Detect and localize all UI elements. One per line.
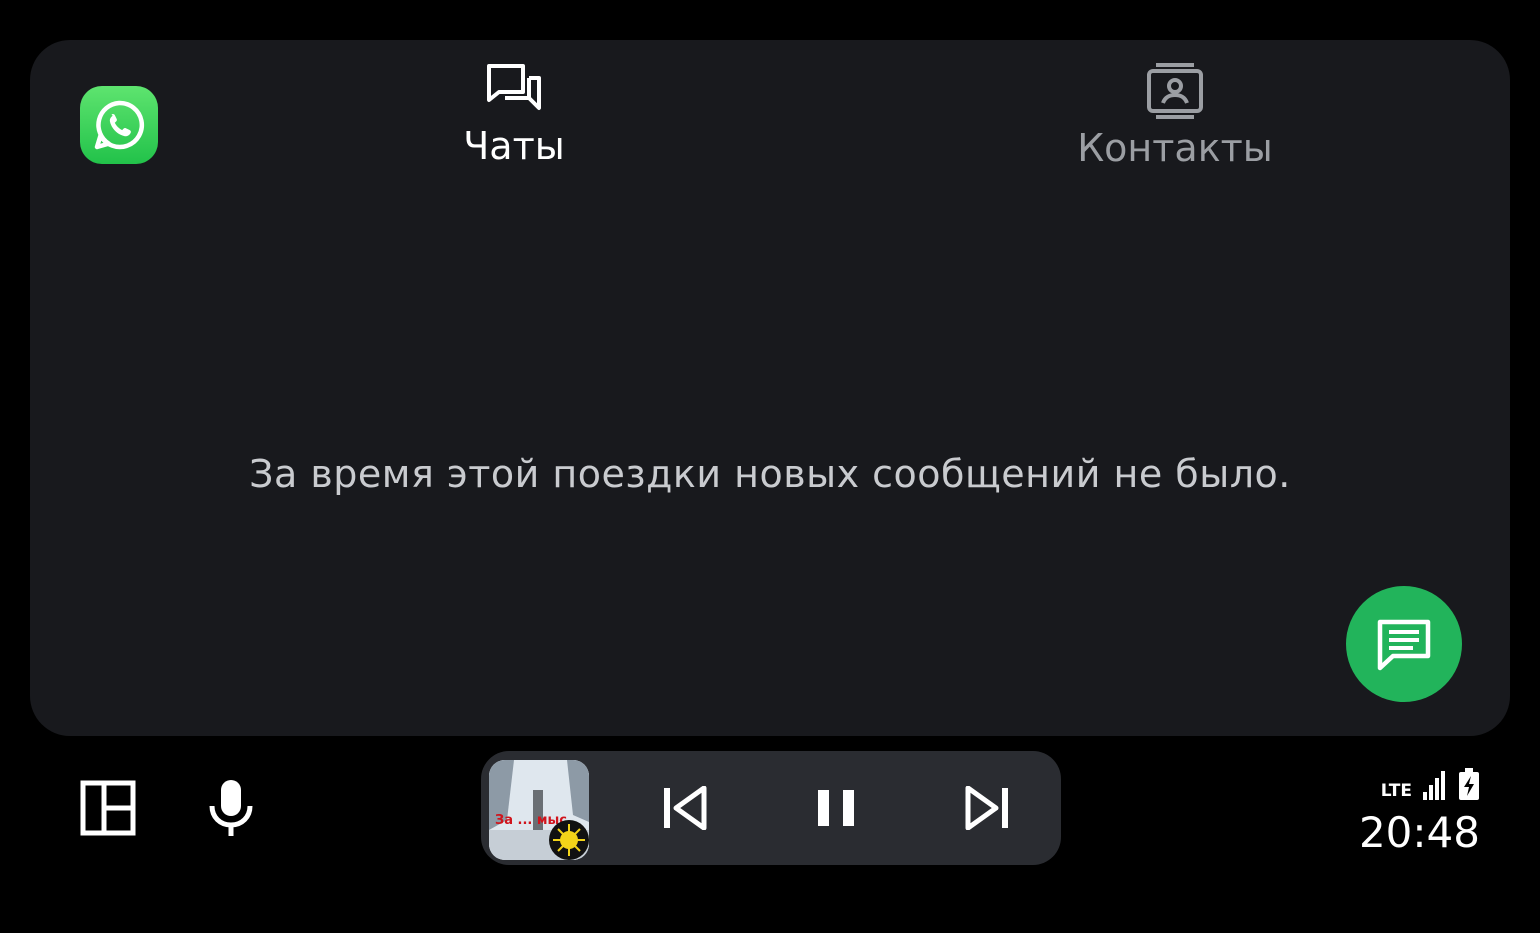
battery-charging-icon <box>1459 768 1479 800</box>
new-message-icon <box>1377 619 1431 671</box>
skip-previous-icon <box>664 786 707 830</box>
dashboard-layout-icon <box>80 780 136 836</box>
skip-previous-button[interactable] <box>645 768 725 848</box>
skip-next-button[interactable] <box>947 768 1027 848</box>
tab-contacts[interactable]: Контакты <box>1070 62 1280 170</box>
dashboard-button[interactable] <box>70 770 146 846</box>
voice-assistant-button[interactable] <box>193 770 269 846</box>
empty-state-message: За время этой поездки новых сообщений не… <box>249 452 1291 496</box>
tab-chats-label: Чаты <box>463 124 565 168</box>
android-auto-screen: Чаты Контакты За время этой поездки новы… <box>0 0 1540 933</box>
pause-button[interactable] <box>796 768 876 848</box>
whatsapp-app-button[interactable] <box>80 86 158 164</box>
contacts-icon <box>1147 63 1203 119</box>
skip-next-icon <box>965 786 1008 830</box>
pause-icon <box>818 790 854 826</box>
chats-icon <box>487 64 541 110</box>
clock: 20:48 <box>1358 808 1480 857</box>
status-area: LTE 20:48 <box>1358 766 1490 866</box>
whatsapp-panel: Чаты Контакты За время этой поездки новы… <box>30 40 1510 736</box>
signal-strength-icon <box>1423 771 1445 800</box>
microphone-icon <box>209 780 253 836</box>
whatsapp-icon <box>94 100 145 150</box>
album-art-image: За ... мыс <box>489 760 589 860</box>
status-icons: LTE <box>1381 768 1480 800</box>
tab-contacts-label: Контакты <box>1077 126 1273 170</box>
new-message-button[interactable] <box>1346 586 1462 702</box>
album-art[interactable]: За ... мыс <box>489 760 589 860</box>
tab-chats[interactable]: Чаты <box>430 62 598 168</box>
network-type: LTE <box>1380 781 1412 801</box>
media-player-bar: За ... мыс <box>481 751 1061 865</box>
